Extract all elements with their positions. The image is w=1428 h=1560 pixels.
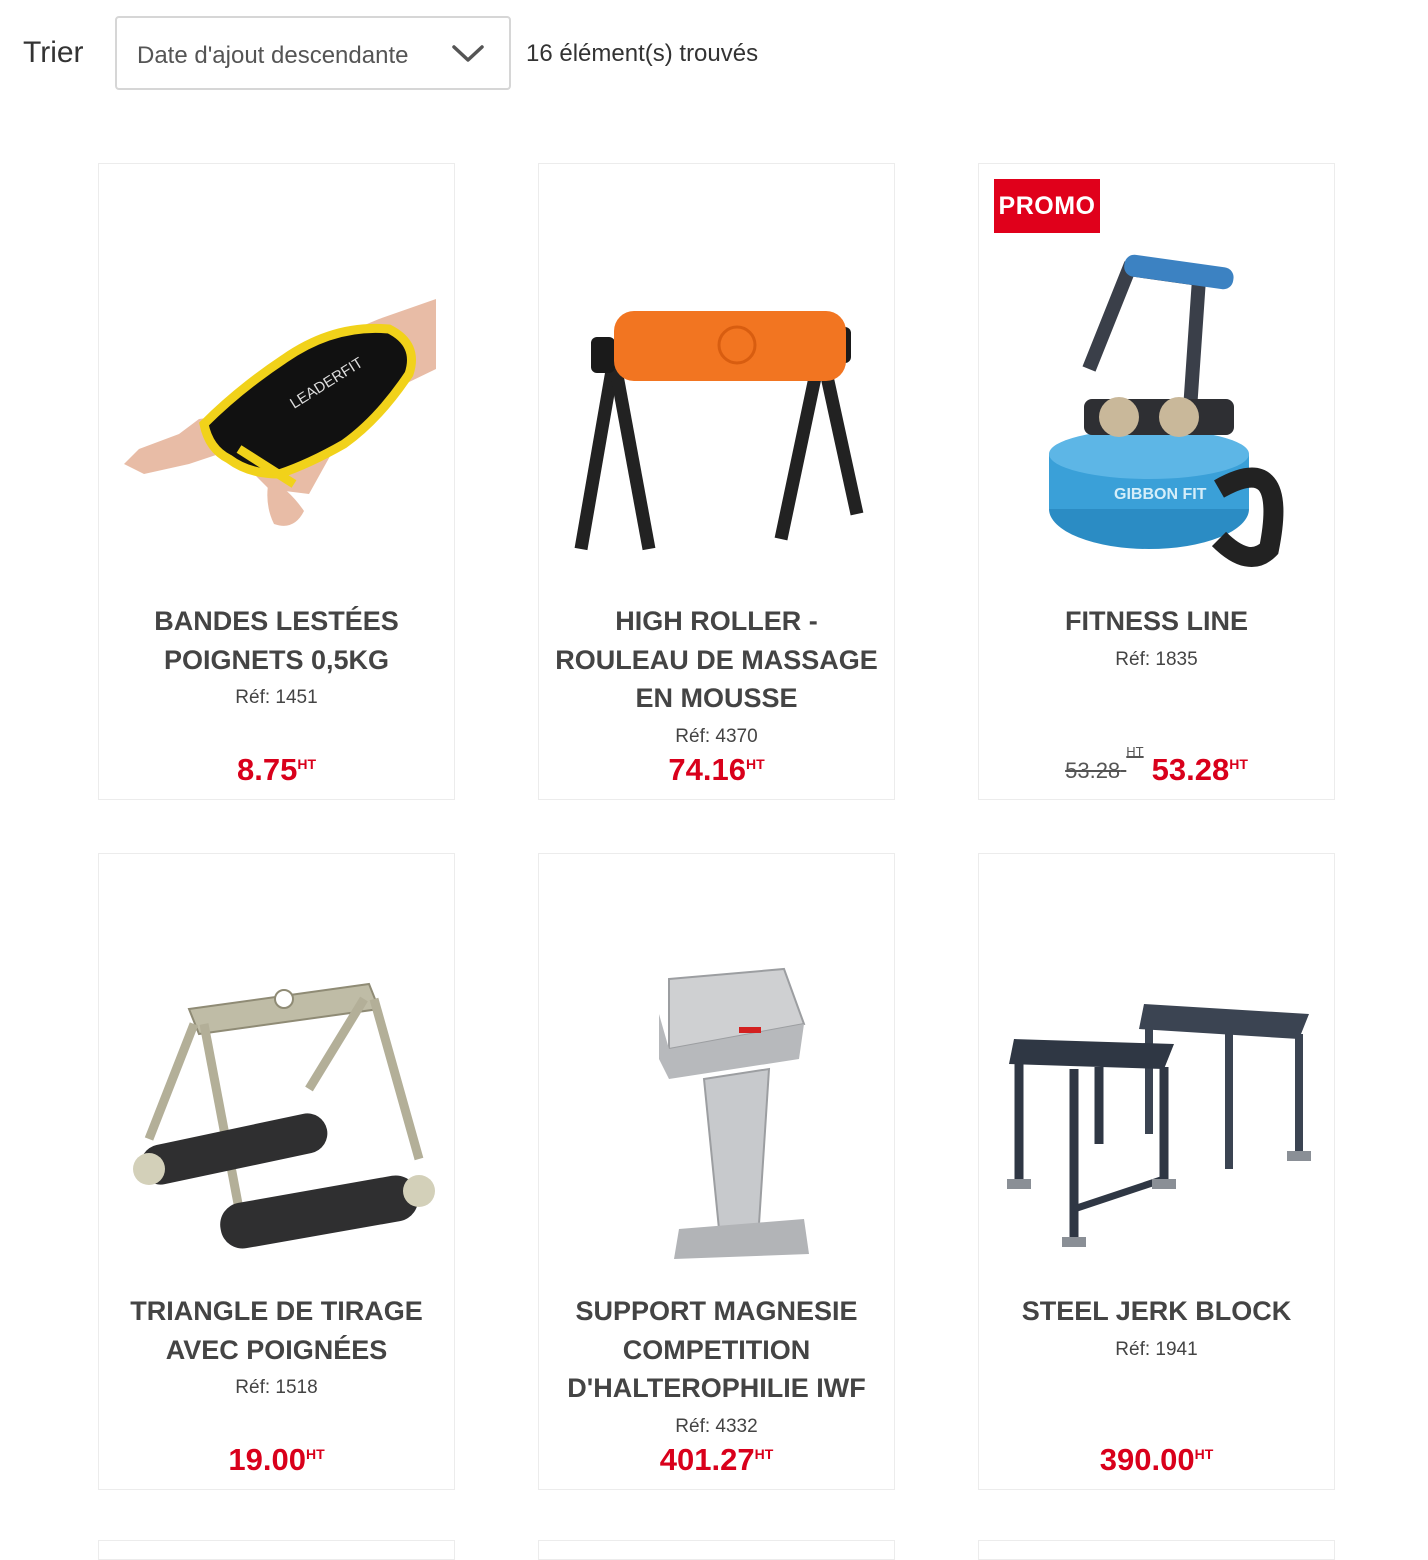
chevron-down-icon — [452, 45, 484, 62]
product-price: 390.00HT — [1099, 1442, 1214, 1477]
product-title: TRIANGLE DE TIRAGE AVEC POIGNÉES Réf: 15… — [109, 1292, 444, 1407]
product-ref: Réf: 1518 — [235, 1377, 318, 1398]
product-image: LEADERFIT — [124, 299, 436, 526]
product-card-partial[interactable] — [978, 1540, 1335, 1560]
old-price: 53.28 HT — [1065, 744, 1144, 783]
product-card[interactable]: SUPPORT MAGNESIE COMPETITION D'HALTEROPH… — [538, 853, 895, 1490]
product-ref: Réf: 1835 — [1115, 648, 1198, 670]
product-price: 401.27HT — [659, 1442, 774, 1477]
sort-toolbar: Trier Date d'ajout descendante 16 élémen… — [0, 0, 1428, 110]
product-card-partial[interactable] — [538, 1540, 895, 1560]
product-image — [133, 982, 435, 1249]
product-card[interactable]: LEADERFIT BANDES LESTÉES POIGNETS 0,5KG … — [98, 163, 455, 800]
sort-selected-value: Date d'ajout descendante — [137, 42, 409, 69]
product-card[interactable]: HIGH ROLLER - ROULEAU DE MASSAGE EN MOUS… — [538, 163, 895, 800]
product-title: SUPPORT MAGNESIE COMPETITION D'HALTEROPH… — [549, 1292, 884, 1446]
sort-select[interactable]: Date d'ajout descendante — [115, 16, 511, 90]
product-price: 74.16HT — [668, 752, 765, 787]
product-card[interactable]: PROMO GIBBON FIT FITNESS LINE Réf: 1835 … — [978, 163, 1335, 800]
promo-badge: PROMO — [994, 179, 1100, 233]
product-image — [659, 967, 809, 1259]
product-title: HIGH ROLLER - ROULEAU DE MASSAGE EN MOUS… — [549, 602, 884, 756]
product-price: 19.00HT — [228, 1442, 325, 1477]
product-price: 8.75HT — [236, 752, 316, 787]
product-image — [1007, 1004, 1311, 1247]
product-card-partial[interactable] — [98, 1540, 455, 1560]
product-ref: Réf: 4370 — [675, 725, 758, 747]
product-card[interactable]: TRIANGLE DE TIRAGE AVEC POIGNÉES Réf: 15… — [98, 853, 455, 1490]
product-image: GIBBON FIT — [1049, 254, 1284, 567]
product-title: BANDES LESTÉES POIGNETS 0,5KG Réf: 1451 — [109, 602, 444, 717]
product-title: FITNESS LINE Réf: 1835 — [989, 602, 1324, 679]
product-ref: Réf: 1451 — [235, 687, 318, 708]
results-count: 16 élément(s) trouvés — [526, 40, 759, 67]
svg-text:GIBBON FIT: GIBBON FIT — [1114, 486, 1207, 503]
product-ref: Réf: 4332 — [675, 1415, 758, 1437]
product-price: 53.28 HT53.28HT — [1065, 744, 1248, 787]
product-title: STEEL JERK BLOCK Réf: 1941 — [989, 1292, 1324, 1369]
product-image — [574, 311, 864, 551]
sort-label: Trier — [23, 36, 84, 69]
product-card[interactable]: STEEL JERK BLOCK Réf: 1941 390.00HT — [978, 853, 1335, 1490]
product-ref: Réf: 1941 — [1115, 1338, 1198, 1360]
